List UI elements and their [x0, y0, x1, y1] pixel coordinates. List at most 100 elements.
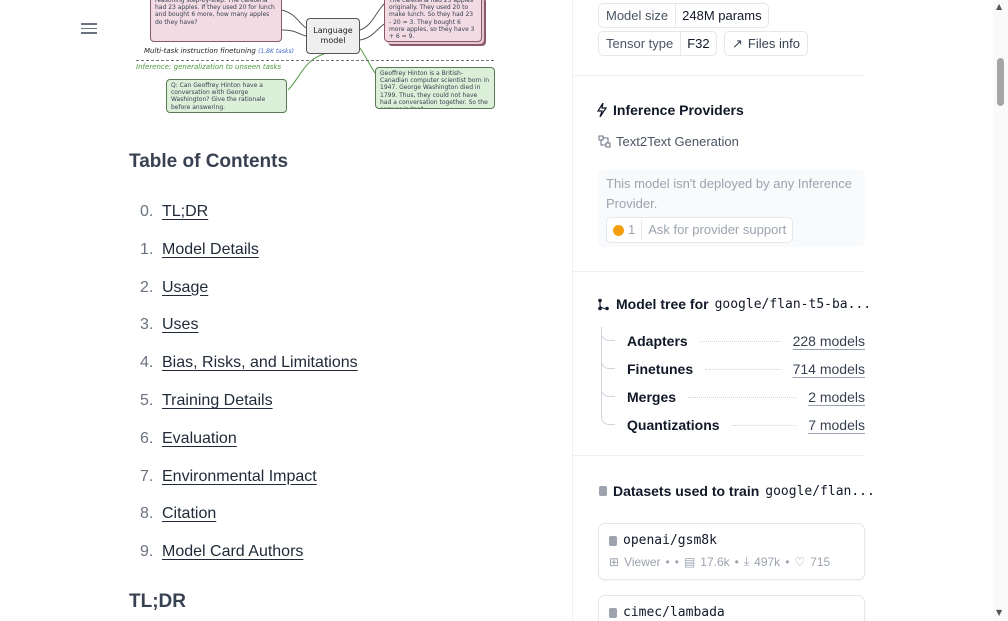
files-info-label: Files info	[747, 36, 800, 51]
dataset-name: openai/gsm8k	[609, 533, 854, 548]
model-size-key: Model size	[606, 8, 669, 23]
toc-num: 1.	[140, 240, 154, 258]
text2text-icon	[598, 135, 611, 148]
likes-count: 715	[810, 554, 831, 569]
section-divider	[573, 75, 865, 76]
figure-rationale-text: Geoffrey Hinton is a British-Canadian co…	[380, 70, 490, 108]
figure-rationale-box: Geoffrey Hinton is a British-Canadian co…	[375, 67, 495, 109]
dataset-name-text: openai/gsm8k	[623, 533, 717, 548]
model-tree: Adapters 228 models Finetunes 714 models M…	[601, 327, 865, 439]
toc-item: 5. Training Details	[140, 392, 358, 430]
section-divider	[573, 271, 865, 272]
inference-notice: This model isn't deployed by any Inferen…	[598, 169, 865, 247]
heart-icon: ♡	[794, 554, 806, 569]
figure-question-text: Q: Can Geoffrey Hinton have a conversati…	[171, 82, 266, 111]
multitask-text: Multi-task instruction finetuning	[144, 47, 256, 55]
toc-link-citation[interactable]: Citation	[162, 505, 216, 543]
toc-link-tldr[interactable]: TL;DR	[162, 203, 208, 241]
database-icon	[599, 486, 607, 496]
tensor-type-key: Tensor type	[606, 36, 674, 51]
datasets-model-id: google/flan...	[765, 483, 875, 499]
toc-item: 2. Usage	[140, 279, 358, 317]
model-tree-model-id: google/flan-t5-ba...	[714, 296, 872, 312]
toc-num: 2.	[140, 278, 154, 296]
separator-dot: •	[785, 554, 790, 569]
toc-link-authors[interactable]: Model Card Authors	[162, 543, 303, 581]
toc-link-environmental[interactable]: Environmental Impact	[162, 468, 317, 506]
tensor-type-value: F32	[680, 32, 715, 55]
toc-num: 7.	[140, 467, 154, 485]
tree-count-link[interactable]: 714 models	[793, 361, 865, 377]
rows-count: 17.6k	[700, 554, 730, 569]
language-model-box: Language model	[306, 18, 360, 54]
scroll-up-arrow-icon[interactable]: ▲	[996, 2, 1002, 11]
ask-provider-label: Ask for provider support	[648, 222, 787, 237]
ask-count: 1	[613, 220, 643, 240]
hand-raise-icon	[613, 224, 624, 236]
inference-notice-text: This model isn't deployed by any Inferen…	[606, 176, 853, 211]
model-tree-icon	[598, 298, 609, 310]
tree-label: Merges	[627, 389, 677, 405]
toc-link-uses[interactable]: Uses	[162, 316, 198, 354]
separator-dot: •	[674, 554, 679, 569]
files-info-button[interactable]: ↗ Files info	[724, 31, 808, 56]
download-icon: ⤓	[743, 554, 750, 568]
toc-link-model-details[interactable]: Model Details	[162, 241, 259, 279]
model-tree-title: Model tree for google/flan-t5-ba...	[597, 296, 871, 312]
figure-question-box: Q: Can Geoffrey Hinton have a conversati…	[166, 79, 287, 113]
toc-item: 3. Uses	[140, 316, 358, 354]
toc-item: 9. Model Card Authors	[140, 543, 358, 581]
pipeline-tag[interactable]: Text2Text Generation	[598, 134, 739, 149]
dataset-card-gsm8k[interactable]: openai/gsm8k ⊞ Viewer • • ▤ 17.6k • ⤓ 49…	[598, 523, 865, 580]
model-sidebar: Model size 248M params Tensor type F32 ↗…	[572, 0, 875, 621]
dataset-meta: ⊞ Viewer • • ▤ 17.6k • ⤓ 497k • ♡ 715	[609, 554, 854, 569]
tree-row-finetunes: Finetunes 714 models	[601, 355, 865, 383]
figure-inference-label: Inference: generalization to unseen task…	[136, 63, 282, 71]
toc-num: 9.	[140, 543, 154, 561]
tree-branch	[601, 411, 615, 425]
section-divider	[573, 455, 865, 456]
menu-icon[interactable]	[81, 20, 97, 36]
toc-link-usage[interactable]: Usage	[162, 279, 208, 317]
tree-dots	[688, 396, 797, 398]
toc-link-evaluation[interactable]: Evaluation	[162, 430, 237, 468]
tree-count-link[interactable]: 228 models	[793, 333, 865, 349]
tasks-count: (1.8K tasks)	[258, 48, 294, 55]
separator-dot: •	[665, 554, 670, 569]
tree-row-quantizations: Quantizations 7 models	[601, 411, 865, 439]
ask-count-value: 1	[628, 222, 636, 237]
lightning-icon	[597, 103, 607, 117]
toc-num: 8.	[140, 505, 154, 523]
tree-dots	[699, 340, 781, 342]
datasets-title: Datasets used to train google/flan...	[599, 483, 875, 499]
tree-count-link[interactable]: 2 models	[808, 389, 865, 405]
tree-dots	[731, 424, 797, 426]
tree-label: Adapters	[627, 333, 688, 349]
toc-num: 3.	[140, 316, 154, 334]
viewer-label: Viewer	[624, 554, 661, 569]
ask-provider-support-button[interactable]: 1 Ask for provider support	[606, 217, 794, 243]
tree-count-link[interactable]: 7 models	[808, 417, 865, 433]
toc-link-training[interactable]: Training Details	[162, 392, 273, 430]
flan-figure: reasoning step-by-step. The cafeteria ha…	[128, 0, 500, 118]
figure-divider	[136, 60, 494, 61]
toc-item: 6. Evaluation	[140, 430, 358, 468]
tldr-heading: TL;DR	[129, 591, 186, 612]
toc-item: 0. TL;DR	[140, 203, 358, 241]
tree-branch	[601, 327, 615, 341]
toc-link-bias[interactable]: Bias, Risks, and Limitations	[162, 354, 358, 392]
model-size-chip: Model size 248M params	[598, 3, 769, 28]
database-icon	[609, 607, 617, 618]
model-size-value: 248M params	[675, 4, 767, 27]
tree-branch	[601, 383, 615, 397]
dataset-card-lambada[interactable]: cimec/lambada	[598, 595, 865, 621]
tree-dots	[705, 368, 781, 370]
scrollbar-thumb[interactable]	[997, 58, 1004, 106]
toc-num: 5.	[140, 391, 154, 409]
scroll-down-arrow-icon[interactable]: ▼	[996, 608, 1002, 617]
dataset-name-text: cimec/lambada	[623, 605, 725, 620]
toc-item: 4. Bias, Risks, and Limitations	[140, 354, 358, 392]
figure-multitask-label: Multi-task instruction finetuning (1.8K …	[144, 47, 294, 55]
inference-providers-title: Inference Providers	[597, 102, 744, 118]
tree-row-adapters: Adapters 228 models	[601, 327, 865, 355]
